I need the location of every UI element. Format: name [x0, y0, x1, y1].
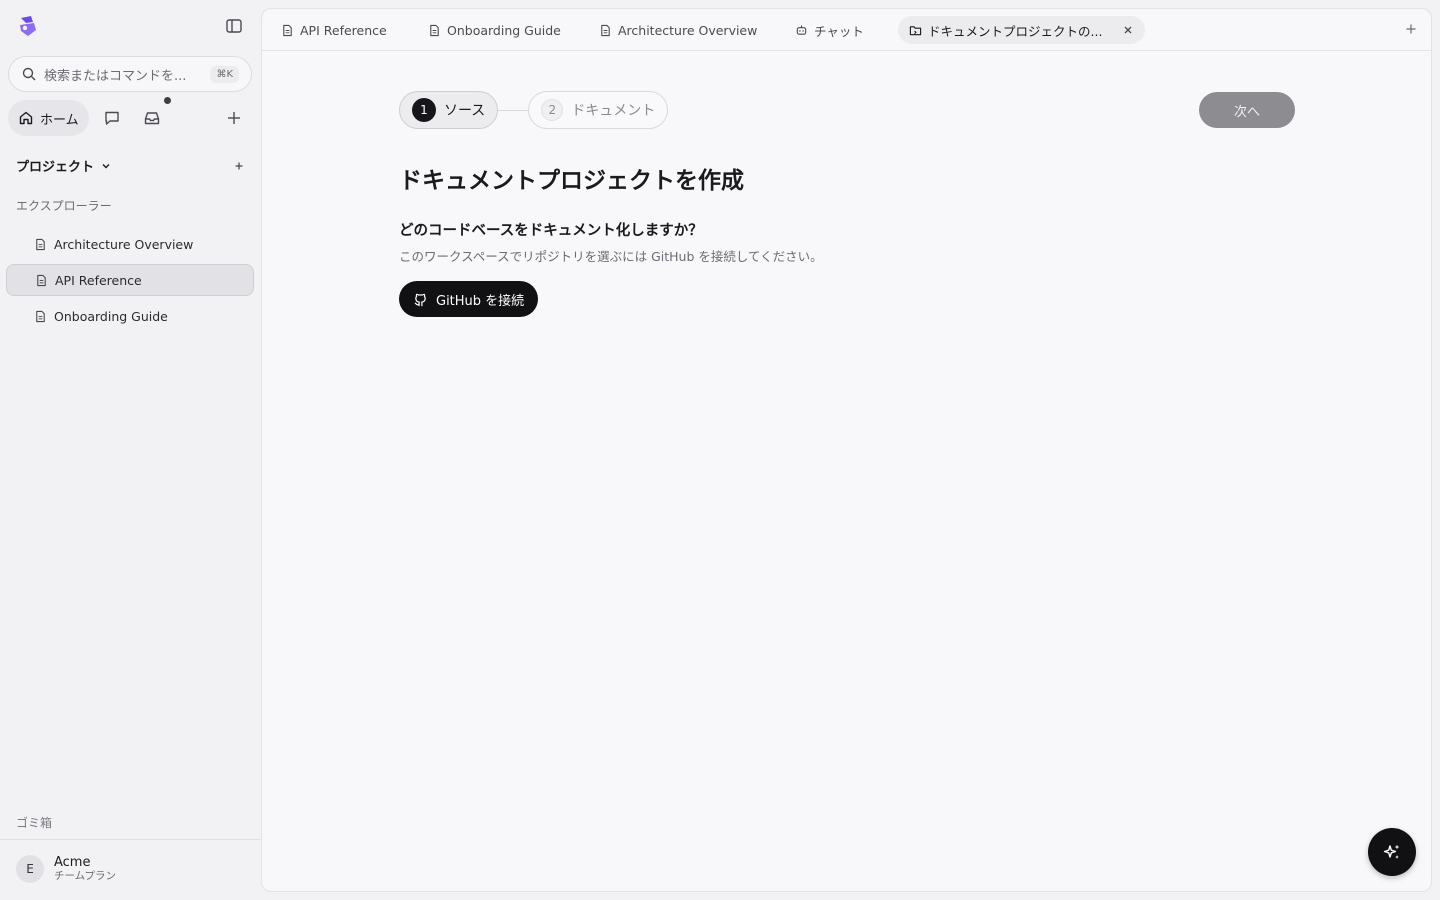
folder-code-icon: [909, 25, 922, 35]
projects-label: プロジェクト: [16, 160, 95, 175]
explorer-heading: エクスプローラー: [16, 199, 112, 213]
file-icon: [37, 274, 46, 286]
tab-bar: API Reference Onboarding Guide Architect…: [262, 9, 1431, 51]
app-logo-icon[interactable]: [16, 14, 40, 38]
account-menu[interactable]: E Acme チームプラン: [16, 855, 116, 883]
step-document[interactable]: 2 ドキュメント: [528, 91, 669, 129]
sidebar-divider: [0, 839, 260, 840]
file-icon: [36, 238, 45, 250]
tab-chat[interactable]: チャット: [784, 16, 875, 44]
step-label: ソース: [444, 103, 486, 119]
home-icon: [19, 111, 33, 125]
main-panel: API Reference Onboarding Guide Architect…: [261, 8, 1432, 892]
step-source[interactable]: 1 ソース: [399, 91, 499, 129]
tab-architecture-overview[interactable]: Architecture Overview: [588, 16, 768, 44]
wizard-stepper: 1 ソース 2 ドキュメント: [399, 91, 669, 129]
close-icon[interactable]: [1122, 24, 1134, 36]
search-placeholder: 検索またはコマンドを...: [44, 68, 187, 84]
sidebar-toggle-icon[interactable]: [224, 16, 244, 36]
primary-nav: ホーム: [8, 97, 252, 136]
sparkles-icon: [1383, 844, 1400, 859]
section-description: このワークスペースでリポジトリを選ぶには GitHub を接続してください。: [399, 249, 823, 264]
page-title: ドキュメントプロジェクトを作成: [399, 168, 744, 194]
trash-link[interactable]: ゴミ箱: [16, 814, 52, 831]
tab-label: ドキュメントプロジェクトの...: [928, 23, 1103, 39]
home-label: ホーム: [40, 112, 79, 128]
tab-label: API Reference: [300, 22, 387, 38]
inbox-icon[interactable]: [143, 109, 161, 127]
step-number: 2: [541, 99, 564, 121]
step-label: ドキュメント: [571, 103, 656, 119]
avatar: E: [16, 855, 44, 883]
explorer-item-label: API Reference: [55, 272, 142, 288]
tab-onboarding-guide[interactable]: Onboarding Guide: [417, 16, 572, 44]
bot-icon: [796, 24, 807, 35]
tab-label: Architecture Overview: [618, 22, 758, 38]
search-shortcut: ⌘K: [210, 65, 239, 83]
sidebar: 検索またはコマンドを... ⌘K ホーム プロジェクト エクスプローラー Arc…: [0, 0, 260, 900]
section-question: どのコードベースをドキュメント化しますか？: [399, 223, 703, 239]
explorer-item-architecture-overview[interactable]: Architecture Overview: [6, 228, 254, 260]
step-number: 1: [412, 98, 436, 122]
next-button[interactable]: 次へ: [1199, 92, 1295, 128]
workspace-name: Acme: [54, 855, 91, 870]
file-icon: [36, 310, 45, 322]
projects-dropdown[interactable]: プロジェクト: [16, 156, 112, 175]
explorer-item-onboarding-guide[interactable]: Onboarding Guide: [6, 300, 254, 332]
file-icon: [283, 24, 292, 36]
chat-icon[interactable]: [103, 109, 121, 127]
new-tab-icon[interactable]: [1405, 23, 1417, 35]
chevron-down-icon: [102, 163, 110, 168]
step-connector: [498, 109, 529, 111]
connect-github-button[interactable]: GitHub を接続: [399, 281, 539, 317]
file-icon: [601, 24, 610, 36]
file-icon: [430, 24, 439, 36]
home-button[interactable]: ホーム: [8, 100, 89, 136]
search-input[interactable]: 検索またはコマンドを... ⌘K: [8, 56, 252, 92]
tab-label: チャット: [814, 23, 864, 39]
workspace-plan: チームプラン: [54, 870, 117, 882]
tab-doc-project[interactable]: ドキュメントプロジェクトの...: [898, 16, 1146, 44]
notification-dot: [164, 97, 171, 104]
connect-github-label: GitHub を接続: [436, 293, 525, 309]
tab-api-reference[interactable]: API Reference: [270, 16, 398, 44]
add-project-icon[interactable]: [232, 159, 246, 173]
add-icon[interactable]: [226, 110, 242, 126]
search-icon: [22, 67, 36, 81]
explorer-item-label: Architecture Overview: [54, 236, 194, 252]
explorer-item-api-reference[interactable]: API Reference: [6, 264, 254, 296]
explorer-item-label: Onboarding Guide: [54, 308, 168, 324]
ai-assistant-button[interactable]: [1368, 828, 1416, 876]
github-icon: [414, 293, 426, 306]
tab-label: Onboarding Guide: [447, 22, 561, 38]
